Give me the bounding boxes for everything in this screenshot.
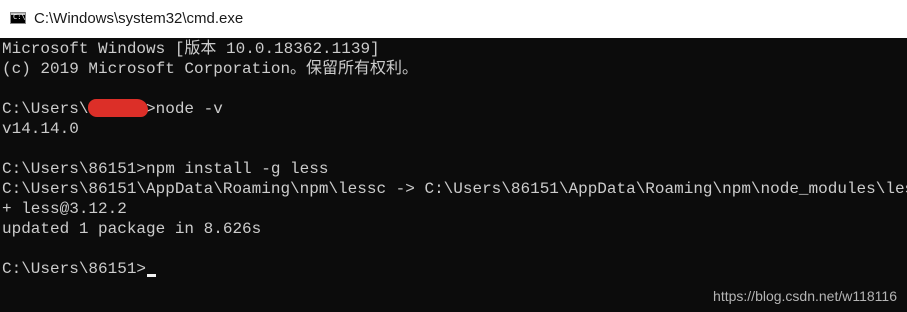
console-line: C:\Users\86151>npm install -g less [2, 160, 329, 178]
redaction-mark [88, 99, 148, 117]
watermark: https://blog.csdn.net/w118116 [713, 288, 897, 304]
console-prompt-line[interactable]: C:\Users\86151> [2, 259, 157, 279]
console-line: (c) 2019 Microsoft Corporation。保留所有权利。 [2, 60, 419, 78]
console-prompt: C:\Users\86151> [2, 260, 147, 278]
console-output[interactable]: Microsoft Windows [版本 10.0.18362.1139] (… [0, 38, 907, 312]
title-bar[interactable]: C:\ C:\Windows\system32\cmd.exe [0, 0, 907, 38]
cmd-icon-prompt-glyph: C:\ [13, 13, 26, 21]
console-line: + less@3.12.2 [2, 200, 127, 218]
console-line: Microsoft Windows [版本 10.0.18362.1139] [2, 40, 380, 58]
cmd-icon[interactable]: C:\ [10, 12, 26, 24]
window-title: C:\Windows\system32\cmd.exe [34, 10, 244, 27]
console-line: v14.14.0 [2, 120, 79, 138]
console-line: updated 1 package in 8.626s [2, 220, 262, 238]
cmd-window: C:\ C:\Windows\system32\cmd.exe Microsof… [0, 0, 907, 312]
console-line: C:\Users\86151\AppData\Roaming\npm\lessc… [2, 180, 907, 198]
text-cursor [147, 274, 157, 277]
